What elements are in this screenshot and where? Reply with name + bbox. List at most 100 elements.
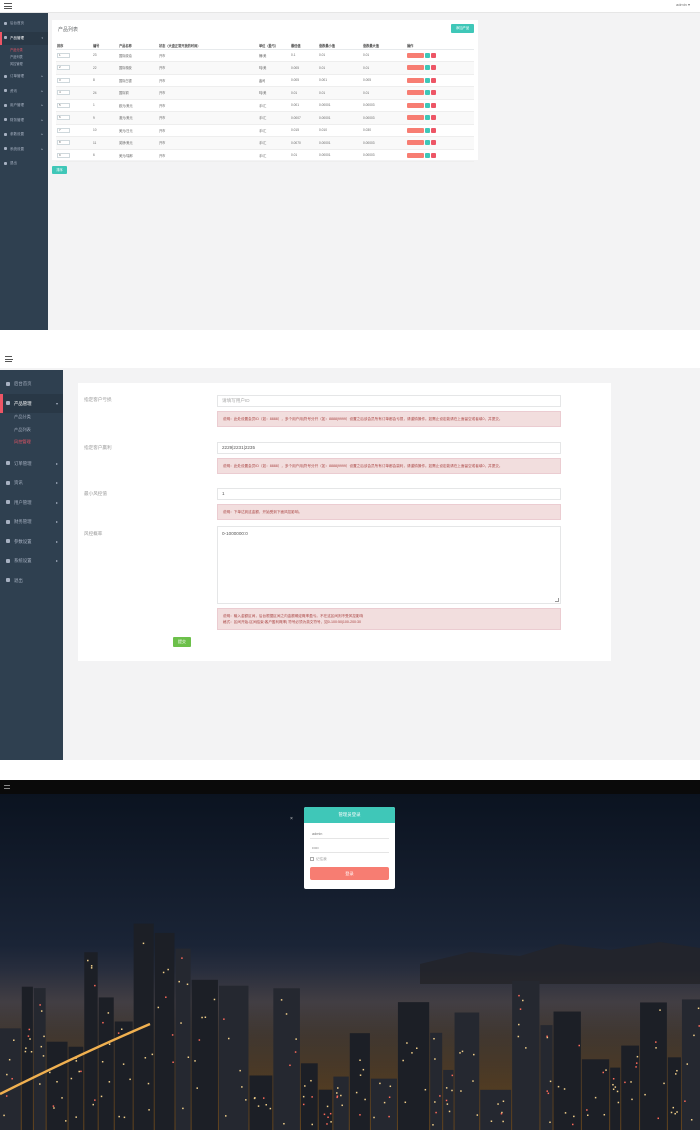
chevron-icon: ▸	[41, 132, 43, 136]
window-light	[578, 1044, 580, 1047]
loss-user-input[interactable]: 请填写用户ID	[217, 395, 561, 407]
building-silhouette	[480, 1089, 512, 1130]
sort-order-input[interactable]: 6	[57, 115, 70, 121]
sidebar-item[interactable]: 系统设置 ▸	[0, 551, 63, 570]
sidebar-subitem[interactable]: 产品分类	[14, 414, 31, 420]
password-input[interactable]: •••••	[310, 843, 389, 853]
risk-settings-button[interactable]	[407, 115, 424, 121]
sidebar-item[interactable]: 系统设置 ▸	[0, 143, 48, 156]
window-light	[3, 1114, 5, 1117]
sidebar-subitem[interactable]: 风控管理	[10, 61, 23, 66]
sidebar-item[interactable]: 财务管理 ▸	[0, 512, 63, 531]
edit-icon[interactable]	[425, 65, 430, 71]
edit-icon[interactable]	[425, 90, 430, 96]
login-button[interactable]: 登录	[310, 867, 389, 880]
risk-settings-button[interactable]	[407, 90, 424, 96]
table-row: 1 23 国际原油 开市 桶/美 0.1 0.01 0.01	[56, 49, 474, 62]
delete-icon[interactable]	[431, 140, 436, 146]
window-light	[340, 1094, 342, 1097]
sort-order-input[interactable]: 7	[57, 127, 70, 133]
submit-button[interactable]: 提交	[173, 637, 191, 647]
window-light	[90, 967, 93, 969]
table-cell: 0.01	[318, 61, 362, 75]
sidebar-item[interactable]: 用户管理 ▸	[0, 99, 48, 112]
risk-settings-button[interactable]	[407, 127, 424, 133]
sidebar: 后台首页 产品管理 ▾ 产品分类产品列表风控管理订单管理 ▸ 资讯 ▸ 用户管理 ▸ 财务管理 ▸ 参…	[0, 370, 63, 760]
sort-order-input[interactable]: 3	[57, 77, 70, 83]
delete-icon[interactable]	[431, 77, 436, 83]
building-silhouette	[667, 1057, 681, 1130]
sidebar-item[interactable]: 产品管理 ▾	[0, 31, 48, 45]
risk-settings-button[interactable]	[407, 52, 424, 58]
sidebar-subitem[interactable]: 风控管理	[14, 439, 31, 445]
row-actions	[406, 136, 474, 150]
sort-order-input[interactable]: 5	[57, 102, 70, 108]
edit-icon[interactable]	[425, 140, 430, 146]
sidebar-item[interactable]: 订单管理 ▸	[0, 70, 48, 83]
menu-toggle-icon[interactable]	[4, 785, 10, 789]
sidebar-subitem[interactable]: 产品列表	[14, 427, 31, 433]
table-cell: 手/汇	[258, 149, 290, 162]
risk-probability-textarea[interactable]: 0-1000000:0	[217, 526, 561, 604]
sidebar-item[interactable]: 后台首页	[0, 17, 48, 30]
edit-icon[interactable]	[425, 127, 430, 133]
menu-toggle-icon[interactable]	[5, 356, 13, 362]
remember-me[interactable]: 记住我	[310, 857, 327, 862]
sort-order-input[interactable]: 4	[57, 90, 70, 96]
sort-order-input[interactable]: 8	[57, 140, 70, 146]
user-menu[interactable]: admin ▾	[676, 2, 690, 7]
window-light	[517, 1035, 520, 1038]
sort-order-input[interactable]: 1	[57, 52, 70, 58]
risk-settings-button[interactable]	[407, 152, 424, 158]
risk-settings-button[interactable]	[407, 65, 424, 71]
window-light	[223, 1018, 225, 1020]
sidebar-item[interactable]: 产品管理 ▾	[0, 393, 63, 413]
add-product-button[interactable]: 添加产品	[451, 24, 474, 33]
sidebar-item[interactable]: 财务管理 ▸	[0, 114, 48, 127]
window-light	[676, 1069, 678, 1072]
edit-icon[interactable]	[425, 152, 430, 158]
sort-order-input[interactable]: 9	[57, 152, 70, 158]
delete-icon[interactable]	[431, 152, 436, 158]
sidebar-subitem[interactable]: 产品分类	[10, 47, 23, 52]
sidebar-item[interactable]: 参数设置 ▸	[0, 532, 63, 551]
window-light	[676, 1111, 678, 1113]
edit-icon[interactable]	[425, 115, 430, 121]
window-light	[670, 1111, 673, 1114]
edit-icon[interactable]	[425, 52, 430, 58]
sidebar-item[interactable]: 订单管理 ▸	[0, 454, 63, 473]
sidebar-item[interactable]: 资讯 ▸	[0, 473, 63, 492]
delete-icon[interactable]	[431, 102, 436, 108]
risk-settings-button[interactable]	[407, 140, 424, 146]
delete-icon[interactable]	[431, 115, 436, 121]
delete-icon[interactable]	[431, 52, 436, 58]
sidebar-item[interactable]: 退出	[0, 157, 48, 170]
edit-icon[interactable]	[425, 102, 430, 108]
sidebar-item[interactable]: 参数设置 ▸	[0, 128, 48, 141]
table-cell: 22	[92, 61, 118, 75]
sort-order-input[interactable]: 2	[57, 65, 70, 71]
delete-icon[interactable]	[431, 65, 436, 71]
close-icon[interactable]: ×	[290, 816, 293, 822]
risk-settings-button[interactable]	[407, 102, 424, 108]
window-light	[201, 1016, 203, 1019]
win-user-input[interactable]: 2229|2231|2235	[217, 442, 561, 454]
window-light	[434, 1101, 436, 1103]
min-risk-input[interactable]: 1	[217, 488, 561, 500]
sidebar-item[interactable]: 资讯 ▸	[0, 85, 48, 98]
risk-settings-button[interactable]	[407, 77, 424, 83]
sidebar-item[interactable]: 退出	[0, 571, 63, 590]
sidebar-item[interactable]: 后台首页	[0, 374, 63, 393]
username-input[interactable]: admin	[310, 829, 389, 839]
remember-checkbox[interactable]	[310, 857, 314, 862]
edit-icon[interactable]	[425, 77, 430, 83]
resize-handle-icon[interactable]	[555, 598, 559, 602]
delete-icon[interactable]	[431, 90, 436, 96]
table-cell: 0.01	[362, 61, 406, 75]
sort-button[interactable]: 排序	[52, 166, 67, 174]
menu-toggle-icon[interactable]	[4, 3, 12, 9]
sidebar-subitem[interactable]: 产品列表	[10, 54, 23, 59]
sidebar-item-label: 资讯	[10, 88, 17, 93]
sidebar-item[interactable]: 用户管理 ▸	[0, 493, 63, 512]
delete-icon[interactable]	[431, 127, 436, 133]
